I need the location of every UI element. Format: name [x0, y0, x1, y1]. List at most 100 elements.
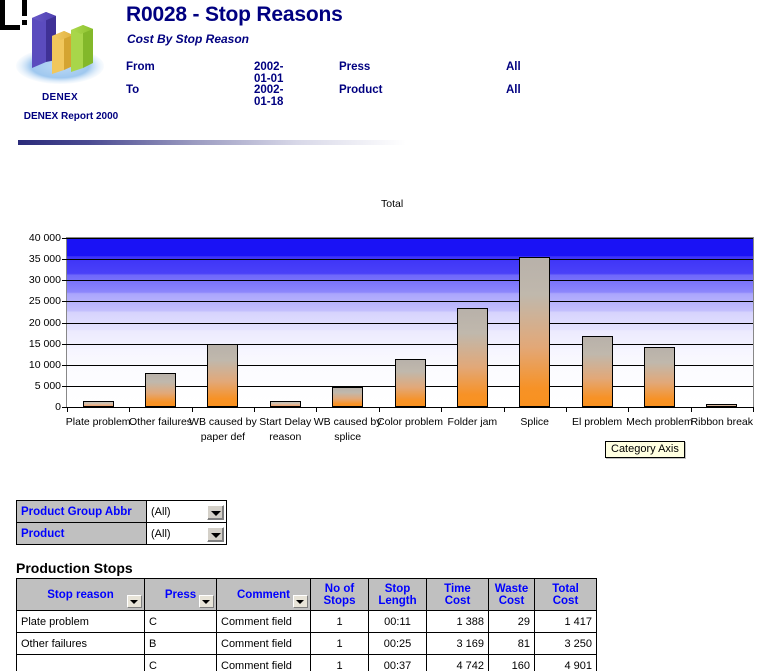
column-header-stop-length: Stop Length — [368, 578, 427, 611]
column-header-waste-cost: Waste Cost — [488, 578, 535, 611]
y-axis-tick — [62, 301, 67, 303]
table-row: C Comment field 1 00:37 4 742 160 4 901 — [16, 654, 597, 671]
chart-bar[interactable] — [456, 307, 488, 407]
x-axis-tick — [378, 407, 380, 412]
x-axis-tick — [67, 407, 68, 412]
cell-comment: Comment field — [216, 610, 311, 633]
chevron-down-icon[interactable] — [127, 595, 142, 608]
y-axis-tick-label: 0 — [55, 401, 61, 413]
stop-reason-chart: Total 0 5 000 10 000 15 000 20 000 25 000 30 0… — [0, 185, 772, 475]
param-label-product: Product — [339, 84, 383, 96]
column-header-label: Comment — [236, 588, 291, 601]
cell-comment: Comment field — [216, 632, 311, 655]
chart-gridline — [67, 343, 753, 345]
filter-value-product-group: (All) — [151, 505, 171, 518]
y-axis-tick — [62, 364, 67, 366]
y-axis-tick-label: 25 000 — [28, 295, 61, 308]
x-axis-tick — [753, 407, 754, 412]
chart-bar[interactable] — [332, 386, 364, 407]
chart-bar[interactable] — [706, 404, 738, 407]
table-body: Plate problem C Comment field 1 00:11 1 388 29… — [16, 610, 597, 671]
chevron-down-icon[interactable] — [199, 595, 214, 608]
y-axis-tick — [62, 259, 67, 261]
column-header-comment[interactable]: Comment — [216, 578, 311, 611]
y-axis-tick-label: 30 000 — [28, 274, 61, 287]
column-header-stop-reason[interactable]: Stop reason — [16, 578, 145, 611]
denex-logo: DENEX DENEX Report 2000 — [10, 4, 118, 122]
y-axis-tick — [62, 322, 67, 324]
chart-gridline — [67, 322, 753, 324]
chart-bar[interactable] — [145, 373, 177, 407]
table-row: Other failures B Comment field 1 00:25 3 169 8… — [16, 632, 597, 655]
cell-time-cost: 1 388 — [426, 610, 489, 633]
cell-press: C — [144, 654, 217, 671]
chart-bar[interactable] — [581, 336, 613, 407]
y-axis-tick — [62, 238, 67, 239]
column-header-press[interactable]: Press — [144, 578, 217, 611]
x-axis-tick — [129, 407, 131, 412]
cell-stop-reason — [16, 654, 145, 671]
production-stops-table: Stop reason Press Comment No of Stops Stop L… — [16, 578, 597, 671]
cell-stop-length: 00:25 — [368, 632, 427, 655]
cell-time-cost: 3 169 — [426, 632, 489, 655]
x-axis-tick-label: Ribbon break — [690, 416, 754, 428]
filter-panel: Product Group Abbr (All) Product (All) — [16, 500, 227, 545]
filter-select-product-group[interactable]: (All) — [146, 500, 227, 523]
chart-bar[interactable] — [269, 401, 301, 407]
column-header-label: Waste Cost — [494, 582, 529, 607]
chart-gridline — [67, 280, 753, 282]
filter-label-product-group: Product Group Abbr — [16, 500, 147, 523]
filter-row-product-group: Product Group Abbr (All) — [16, 500, 227, 523]
table-row: Plate problem C Comment field 1 00:11 1 388 29… — [16, 610, 597, 633]
cell-stop-reason: Plate problem — [16, 610, 145, 633]
table-header-row: Stop reason Press Comment No of Stops Stop L… — [16, 578, 597, 611]
param-value-from-date: 2002-01-01 — [254, 61, 284, 85]
cell-total-cost: 3 250 — [534, 632, 597, 655]
production-stops-heading: Production Stops — [16, 560, 133, 576]
cell-stop-reason: Other failures — [16, 632, 145, 655]
y-axis-tick — [62, 343, 67, 345]
x-axis-tick — [503, 407, 505, 412]
cell-stop-length: 00:37 — [368, 654, 427, 671]
y-axis-tick-label: 35 000 — [28, 253, 61, 266]
cell-total-cost: 1 417 — [534, 610, 597, 633]
filter-value-product: (All) — [151, 527, 171, 540]
filter-select-product[interactable]: (All) — [146, 522, 227, 545]
report-page: DENEX DENEX Report 2000 R0028 - Stop Rea… — [0, 0, 772, 671]
y-axis-tick-label: 5 000 — [34, 379, 61, 392]
chart-bar[interactable] — [207, 343, 239, 407]
cell-waste-cost: 29 — [488, 610, 535, 633]
cell-stop-length: 00:11 — [368, 610, 427, 633]
cell-press: C — [144, 610, 217, 633]
chevron-down-icon[interactable] — [293, 595, 308, 608]
cell-waste-cost: 160 — [488, 654, 535, 671]
param-value-to-date: 2002-01-18 — [254, 84, 284, 108]
logo-product-name: DENEX Report 2000 — [23, 111, 119, 122]
chart-plot-area: 0 5 000 10 000 15 000 20 000 25 000 30 000 35 0… — [29, 232, 754, 443]
category-axis-tooltip: Category Axis — [605, 441, 685, 458]
x-axis-tick — [565, 407, 567, 412]
x-axis-tick — [254, 407, 256, 412]
cell-press: B — [144, 632, 217, 655]
x-axis-tick — [191, 407, 193, 412]
y-axis-tick-label: 40 000 — [28, 232, 61, 244]
param-label-from: From — [126, 61, 155, 73]
column-header-label: Total Cost — [552, 582, 579, 607]
page-subtitle: Cost By Stop Reason — [127, 32, 250, 46]
cell-waste-cost: 81 — [488, 632, 535, 655]
column-header-label: Press — [164, 588, 197, 601]
chart-bar[interactable] — [394, 359, 426, 407]
chart-bar[interactable] — [519, 257, 551, 407]
column-header-label: No of Stops — [323, 582, 356, 607]
chart-bar[interactable] — [82, 401, 114, 407]
cell-total-cost: 4 901 — [534, 654, 597, 671]
chart-gridline — [67, 238, 753, 239]
chart-gridline — [67, 407, 753, 408]
y-axis-tick — [62, 385, 67, 387]
y-axis-tick — [62, 280, 67, 282]
chevron-down-icon[interactable] — [207, 505, 224, 520]
column-header-total-cost: Total Cost — [534, 578, 597, 611]
chart-bar[interactable] — [643, 346, 675, 407]
param-label-press: Press — [339, 61, 371, 73]
chevron-down-icon[interactable] — [207, 527, 224, 542]
